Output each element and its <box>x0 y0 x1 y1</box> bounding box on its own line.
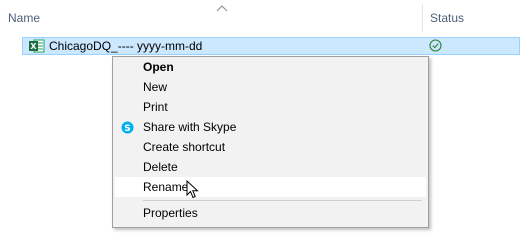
sort-chevron-icon <box>216 5 228 12</box>
menu-item-print[interactable]: Print <box>115 97 426 117</box>
skype-icon: S <box>121 121 134 134</box>
menu-item-label: Rename <box>143 180 189 194</box>
menu-item-new[interactable]: New <box>115 77 426 97</box>
svg-text:S: S <box>124 124 130 134</box>
column-header-status[interactable]: Status <box>430 11 464 25</box>
menu-item-rename[interactable]: Rename <box>115 177 426 197</box>
menu-item-label: Share with Skype <box>143 120 237 134</box>
menu-item-label: Open <box>143 60 174 74</box>
sync-check-icon <box>429 39 442 52</box>
menu-item-open[interactable]: Open <box>115 57 426 77</box>
svg-text:X: X <box>30 42 37 51</box>
menu-item-label: Properties <box>143 206 198 220</box>
menu-item-label: Delete <box>143 160 178 174</box>
excel-file-icon: X <box>29 39 45 53</box>
file-name: ChicagoDQ_---- yyyy-mm-dd <box>49 39 203 53</box>
menu-item-create-shortcut[interactable]: Create shortcut <box>115 137 426 157</box>
menu-item-delete[interactable]: Delete <box>115 157 426 177</box>
mouse-pointer-icon <box>186 180 199 199</box>
column-separator[interactable] <box>422 4 423 32</box>
column-header-name[interactable]: Name <box>8 11 40 25</box>
file-row[interactable]: X ChicagoDQ_---- yyyy-mm-dd <box>22 37 520 55</box>
menu-item-properties[interactable]: Properties <box>115 203 426 223</box>
menu-item-label: New <box>143 80 168 94</box>
menu-item-label: Create shortcut <box>143 140 226 154</box>
menu-item-share-with-skype[interactable]: S Share with Skype <box>115 117 426 137</box>
menu-separator <box>143 200 422 201</box>
menu-item-label: Print <box>143 100 168 114</box>
context-menu: Open New Print S Share with Skype Create… <box>112 56 429 228</box>
column-header: Name Status <box>0 0 532 34</box>
